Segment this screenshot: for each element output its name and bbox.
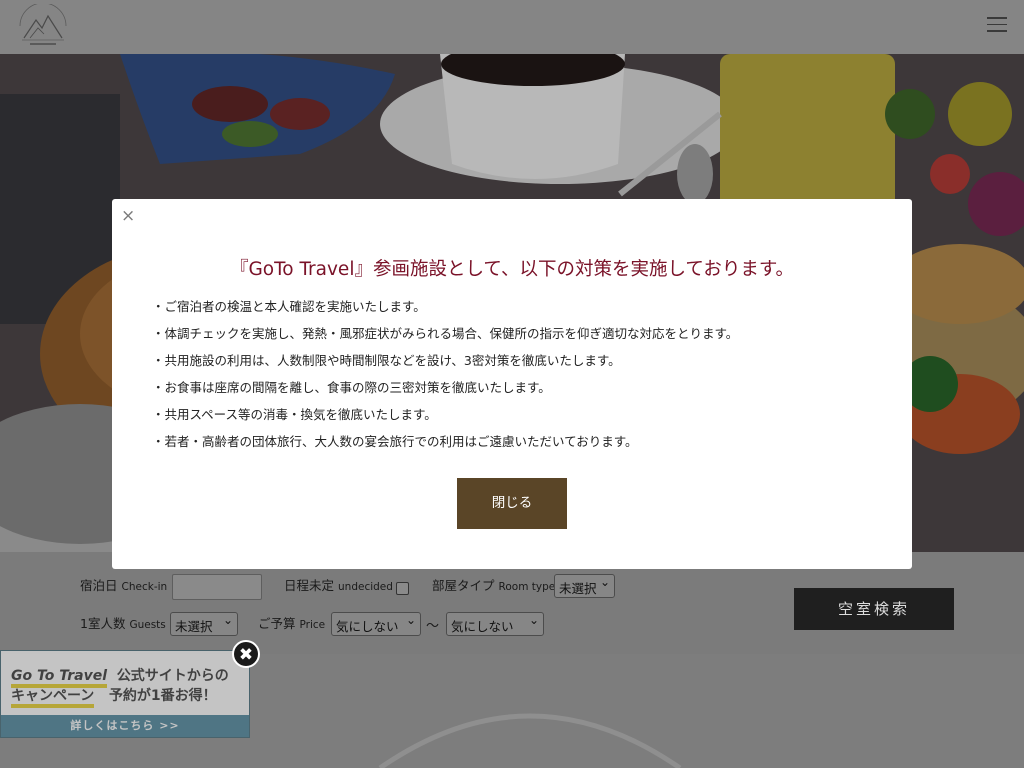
price-max-select[interactable]: 気にしない [446,612,544,636]
checkin-label: 宿泊日 Check-in [80,578,168,593]
modal-title: 『GoTo Travel』参画施設として、以下の対策を実施しております。 [229,259,795,280]
goto-travel-campaign-banner[interactable]: Go To Travel 公式サイトからの キャンペーン 予約が1番お得！ 詳し… [0,650,250,738]
undecided-label: 日程未定 undecided [284,578,393,593]
price-label: ご予算 Price [258,616,326,631]
site-logo[interactable] [14,2,72,50]
guests-label: 1室人数 Guests [80,616,166,631]
modal-close-icon[interactable]: × [121,206,135,226]
banner-close-icon[interactable]: ✖ [232,640,260,668]
goto-travel-notice-modal: × 『GoTo Travel』参画施設として、以下の対策を実施しております。 ・… [112,199,912,569]
guests-select[interactable]: 未選択 [170,612,238,636]
price-min-select[interactable]: 気にしない [331,612,421,636]
list-item: ・お食事は座席の間隔を離し、食事の際の三密対策を徹底いたします。 [152,380,551,395]
banner-line-2: キャンペーン 予約が1番お得！ [11,685,217,708]
list-item: ・ご宿泊者の検温と本人確認を実施いたします。 [152,299,426,314]
list-item: ・共用スペース等の消毒・換気を徹底いたします。 [152,407,437,422]
roomtype-select[interactable]: 未選択 [554,574,615,598]
list-item: ・共用施設の利用は、人数制限や時間制限などを設け、3密対策を徹底いたします。 [152,353,621,368]
hamburger-menu-icon[interactable] [987,17,1007,33]
roomtype-label: 部屋タイプ Room type [432,578,556,593]
site-header [0,0,1024,54]
measures-list: ・ご宿泊者の検温と本人確認を実施いたします。 ・体調チェックを実施し、発熱・風邪… [152,297,738,459]
banner-line-1: Go To Travel 公式サイトからの [11,665,229,688]
list-item: ・若者・高齢者の団体旅行、大人数の宴会旅行での利用はご遠慮いただいております。 [152,434,638,449]
price-range-separator: 〜 [426,619,440,634]
modal-close-button[interactable]: 閉じる [457,478,567,529]
checkin-date-input[interactable] [172,574,262,600]
banner-details-link[interactable]: 詳しくはこちら >> [1,715,249,737]
list-item: ・体調チェックを実施し、発熱・風邪症状がみられる場合、保健所の指示を仰ぎ適切な対… [152,326,739,341]
undecided-checkbox[interactable] [396,582,409,595]
vacancy-search-button[interactable]: 空室検索 [794,588,954,630]
